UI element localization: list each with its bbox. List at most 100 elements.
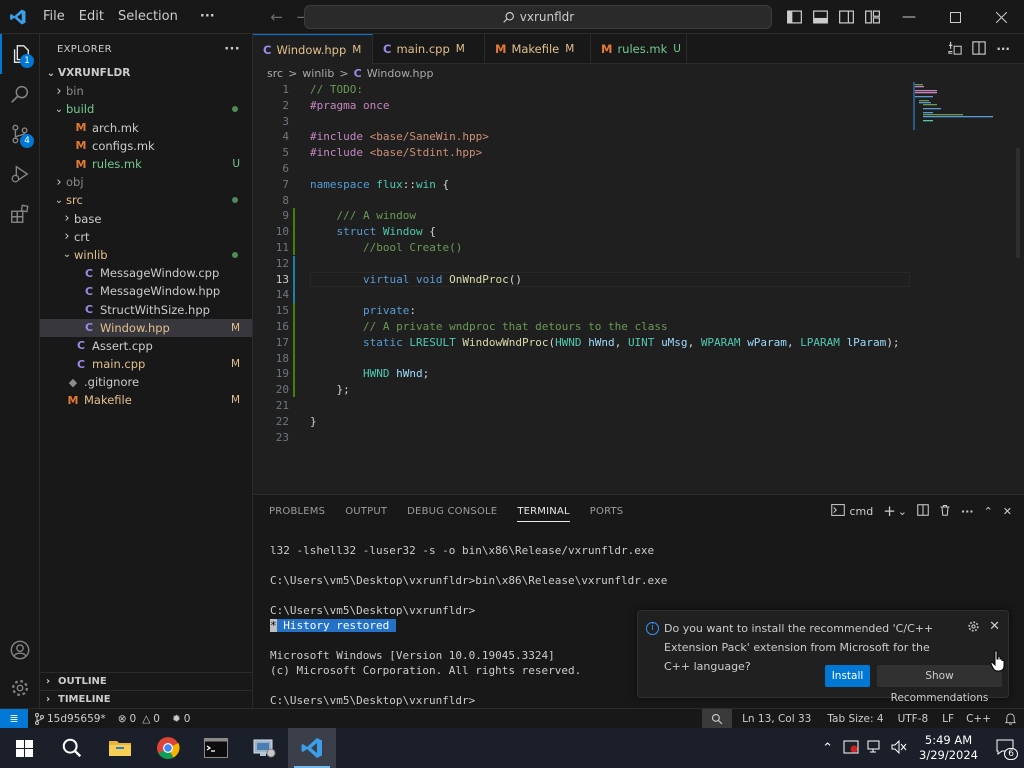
timeline-section-header[interactable]: › TIMELINE (40, 690, 252, 708)
code-line[interactable]: 13 virtual void OnWndProc() (253, 272, 913, 288)
tab-makefile[interactable]: M Makefile M (485, 34, 591, 64)
back-arrow-icon[interactable]: ← (264, 8, 290, 26)
accounts-icon[interactable] (0, 630, 40, 670)
menu-file[interactable]: File (36, 0, 72, 34)
tree-item-window-hpp[interactable]: C Window.hpp M (40, 318, 252, 337)
code-line[interactable]: 23 (253, 430, 913, 446)
minimize-button[interactable]: — (886, 0, 932, 34)
terminal-output[interactable]: l32 -lshell32 -luser32 -s -o bin\x86\Rel… (270, 543, 667, 708)
new-terminal-icon[interactable]: + (883, 502, 896, 520)
manage-gear-icon[interactable] (0, 668, 40, 708)
menu-edit[interactable]: Edit (72, 0, 111, 34)
zoom-icon[interactable] (702, 709, 733, 729)
tree-item-base[interactable]: › base (40, 210, 252, 228)
code-line[interactable]: 15 private: (253, 303, 913, 319)
git-branch-status[interactable]: 15d95659* (28, 712, 112, 725)
breadcrumb-src[interactable]: src (267, 67, 283, 80)
tab-main-cpp[interactable]: Cmain.cpp M (373, 34, 485, 64)
tree-item-src[interactable]: ⌄ src (40, 191, 252, 209)
split-terminal-icon[interactable] (917, 503, 929, 519)
breadcrumb-winlib[interactable]: winlib (302, 67, 334, 80)
code-line[interactable]: 19 HWND hWnd; (253, 366, 913, 382)
editor-scrollbar[interactable] (1016, 148, 1020, 258)
panel-tab-terminal[interactable]: TERMINAL (517, 506, 570, 522)
open-changes-icon[interactable] (948, 41, 962, 58)
split-editor-icon[interactable] (972, 40, 987, 58)
code-line[interactable]: 3 (253, 114, 913, 130)
network-icon[interactable] (863, 740, 887, 757)
code-line[interactable]: 17 static LRESULT WindowWndProc(HWND hWn… (253, 335, 913, 351)
problems-status[interactable]: ⊗ 0 △ 0 (112, 713, 166, 725)
action-center-icon[interactable]: 6 (986, 739, 1024, 760)
file-explorer-icon[interactable] (96, 728, 144, 768)
tree-item-bin[interactable]: › bin (40, 82, 252, 100)
close-panel-icon[interactable]: ✕ (1003, 505, 1012, 518)
code-line[interactable]: 22} (253, 414, 913, 430)
system-tray-app-icon[interactable] (839, 740, 863, 757)
maximize-button[interactable] (932, 0, 978, 34)
code-line[interactable]: 4 #include <base/SaneWin.hpp> (253, 129, 913, 145)
workspace-root[interactable]: ⌄ VXRUNFLDR (40, 64, 252, 82)
panel-tab-debug-console[interactable]: DEBUG CONSOLE (407, 506, 497, 517)
maximize-panel-icon[interactable]: ⌃ (984, 505, 993, 518)
tree-item-winlib[interactable]: ⌄ winlib (40, 246, 252, 264)
chrome-icon[interactable] (144, 728, 192, 768)
close-icon[interactable]: ✕ (989, 619, 1000, 634)
cursor-position[interactable]: Ln 13, Col 33 (732, 713, 821, 725)
control-panel-icon[interactable] (240, 728, 288, 768)
tree-item-messagewindow-hpp[interactable]: C MessageWindow.hpp (40, 282, 252, 300)
trash-icon[interactable] (939, 504, 951, 519)
customize-layout-icon[interactable] (862, 7, 882, 27)
tree-item-makefile[interactable]: M Makefile M (40, 391, 252, 409)
code-line[interactable]: 5 #include <base/Stdint.hpp> (253, 145, 913, 161)
vscode-taskbar-icon[interactable] (288, 728, 336, 768)
code-line[interactable]: 7 namespace flux::win { (253, 177, 913, 193)
tree-item-rules-mk[interactable]: Mrules.mk U (40, 155, 252, 173)
tree-item--gitignore[interactable]: ◆ .gitignore (40, 373, 252, 391)
code-line[interactable]: 20 }; (253, 382, 913, 398)
taskbar-search-icon[interactable] (48, 728, 96, 768)
code-line[interactable]: 8 (253, 193, 913, 209)
code-line[interactable]: 9 /// A window (253, 208, 913, 224)
code-line[interactable]: 12 (253, 256, 913, 272)
explorer-more-actions[interactable]: ··· (224, 42, 240, 57)
editor-more-actions[interactable]: ··· (996, 42, 1010, 56)
panel-tab-ports[interactable]: PORTS (590, 506, 624, 517)
tab-rules-mk[interactable]: Mrules.mk U (591, 34, 687, 64)
source-control-icon[interactable]: 4 (0, 114, 40, 154)
toggle-secondary-sidebar-icon[interactable] (836, 7, 856, 27)
show-hidden-icons-chevron-icon[interactable]: ⌃ (816, 741, 839, 756)
tab-window-hpp[interactable]: C Window.hpp M (253, 34, 373, 64)
volume-muted-icon[interactable] (887, 739, 911, 757)
toggle-panel-icon[interactable] (810, 7, 830, 27)
extensions-icon[interactable] (0, 194, 40, 234)
remote-indicator-icon[interactable]: ≣ (0, 708, 28, 729)
tree-item-arch-mk[interactable]: March.mk (40, 119, 252, 137)
show-recommendations-button[interactable]: Show Recommendations (877, 665, 1002, 704)
file-encoding[interactable]: UTF-8 (890, 713, 937, 725)
code-line[interactable]: 10 struct Window { (253, 224, 913, 240)
code-line[interactable]: 6 (253, 161, 913, 177)
panel-more-actions[interactable]: ··· (961, 505, 974, 518)
tree-item-messagewindow-cpp[interactable]: C MessageWindow.cpp (40, 264, 252, 282)
tree-item-crt[interactable]: › crt (40, 228, 252, 246)
line-ending[interactable]: LF (936, 713, 960, 725)
tree-item-assert-cpp[interactable]: C Assert.cpp (40, 337, 252, 355)
command-prompt-icon[interactable] (192, 728, 240, 768)
code-line[interactable]: 21 (253, 398, 913, 414)
taskbar-clock[interactable]: 5:49 AM 3/29/2024 (911, 733, 986, 763)
terminal-name[interactable]: cmd (849, 505, 873, 518)
language-mode[interactable]: C++ (960, 713, 997, 725)
notifications-bell-icon[interactable] (997, 713, 1024, 725)
minimap[interactable] (913, 82, 1013, 494)
code-line[interactable]: 1 // TODO: (253, 82, 913, 98)
code-editor[interactable]: 1 // TODO: 2 #pragma once 3 4 #include <base/S… (253, 82, 1024, 494)
windows-start-icon[interactable] (0, 728, 48, 768)
close-window-button[interactable] (978, 0, 1024, 34)
code-line[interactable]: 18 (253, 351, 913, 367)
code-line[interactable]: 14 (253, 287, 913, 303)
code-line[interactable]: 2 #pragma once (253, 98, 913, 114)
tree-item-obj[interactable]: › obj (40, 173, 252, 191)
menu-selection[interactable]: Selection (111, 0, 185, 34)
toggle-primary-sidebar-icon[interactable] (784, 7, 804, 27)
